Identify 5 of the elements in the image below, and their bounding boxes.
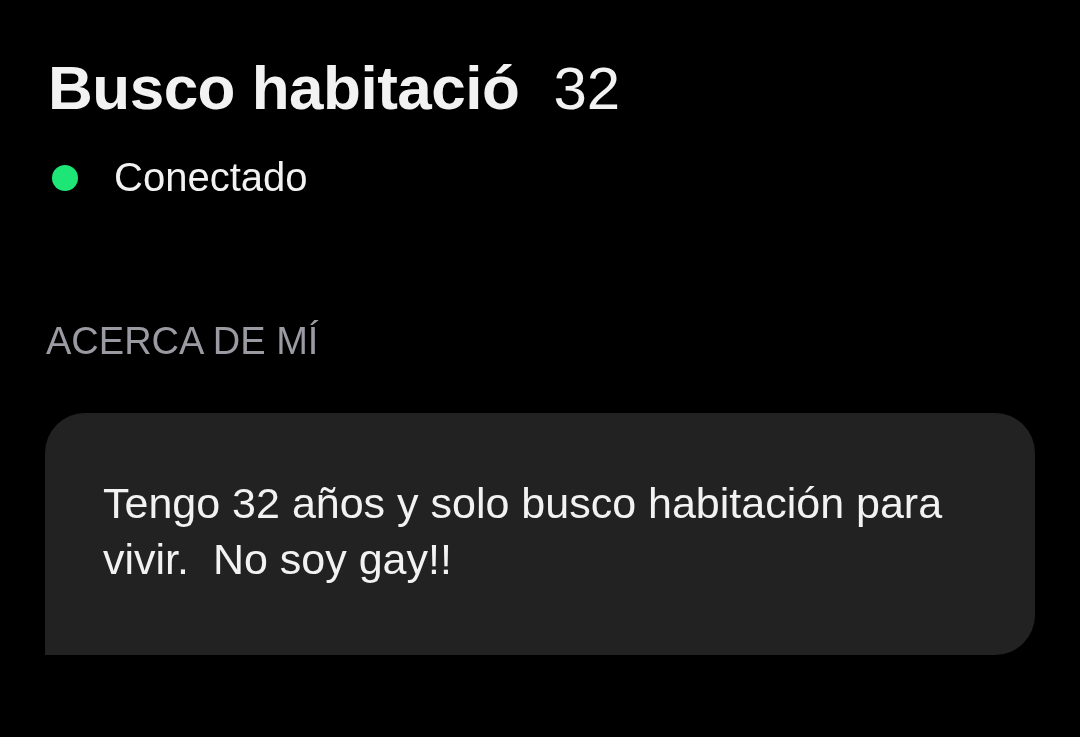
profile-age: 32 — [553, 54, 621, 123]
status-text: Conectado — [114, 155, 308, 200]
section-heading: ACERCA DE MÍ — [45, 320, 320, 363]
profile-name: Busco habitació — [48, 52, 520, 123]
about-text: Tengo 32 años y solo busco habitación para vivir. No soy gay!! — [103, 478, 944, 585]
